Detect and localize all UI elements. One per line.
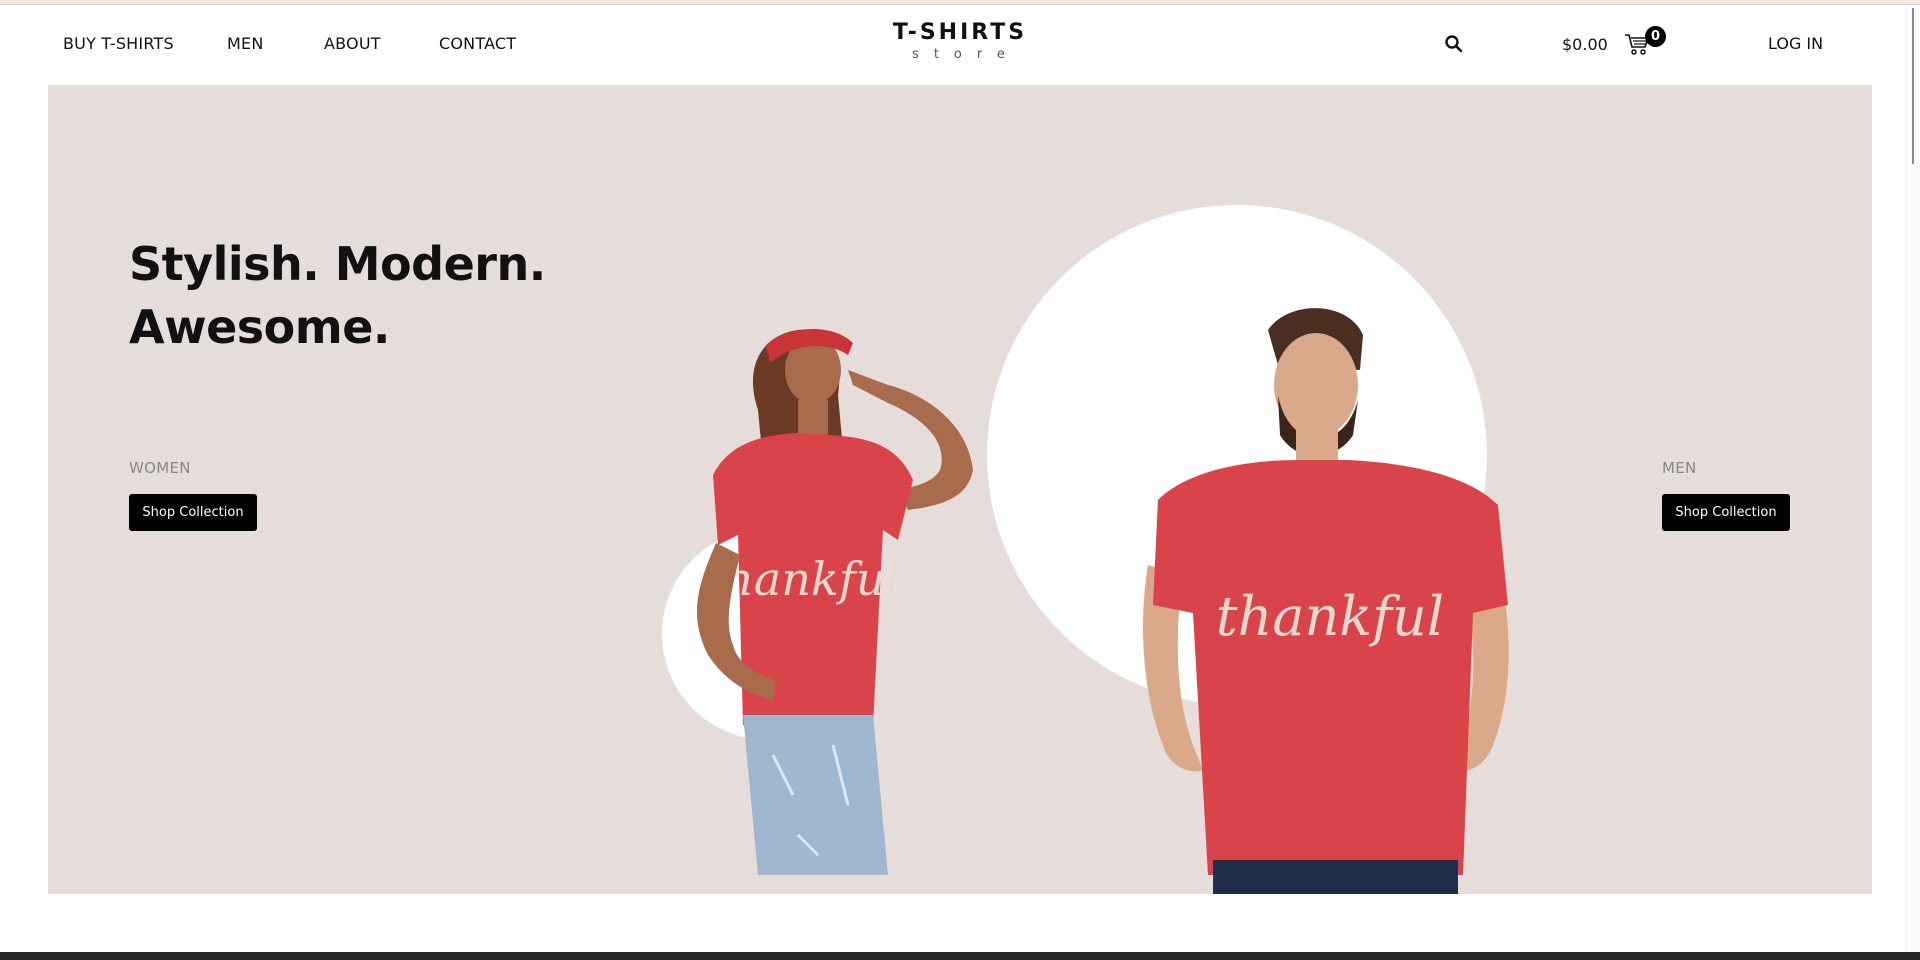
men-label: MEN [1662, 459, 1697, 477]
login-link[interactable]: LOG IN [1768, 34, 1823, 53]
hero-title-line-2: Awesome. [129, 300, 390, 354]
hero-banner: Stylish. Modern. Awesome. WOMEN Shop Col… [48, 85, 1872, 894]
nav-buy-tshirts[interactable]: BUY T-SHIRTS [63, 34, 174, 53]
nav-about[interactable]: ABOUT [324, 34, 381, 53]
shop-women-button[interactable]: Shop Collection [129, 494, 257, 531]
hero-title: Stylish. Modern. Awesome. [129, 233, 546, 359]
cart-total[interactable]: $0.00 [1562, 35, 1608, 54]
site-logo[interactable]: T-SHIRTS store [870, 20, 1050, 62]
shop-men-button[interactable]: Shop Collection [1662, 494, 1790, 531]
scrollbar-thumb[interactable] [1912, 8, 1914, 164]
logo-title: T-SHIRTS [892, 20, 1028, 45]
logo-subtitle: store [912, 47, 1020, 62]
cart-count-badge[interactable]: 0 [1645, 26, 1666, 47]
hero-models-image: thankful thankful [696, 308, 1509, 894]
nav-contact[interactable]: CONTACT [439, 34, 516, 53]
women-label: WOMEN [129, 459, 191, 477]
nav-men[interactable]: MEN [227, 34, 263, 53]
hero-title-line-1: Stylish. Modern. [129, 237, 546, 291]
footer-strip [0, 952, 1920, 960]
browser-top-line [0, 0, 1920, 5]
woman-figure: thankful [696, 328, 973, 875]
search-icon[interactable] [1444, 34, 1464, 54]
man-figure: thankful [1143, 308, 1509, 894]
man-shirt-text: thankful [1216, 585, 1444, 648]
site-header: BUY T-SHIRTS MEN ABOUT CONTACT T-SHIRTS … [0, 6, 1905, 84]
